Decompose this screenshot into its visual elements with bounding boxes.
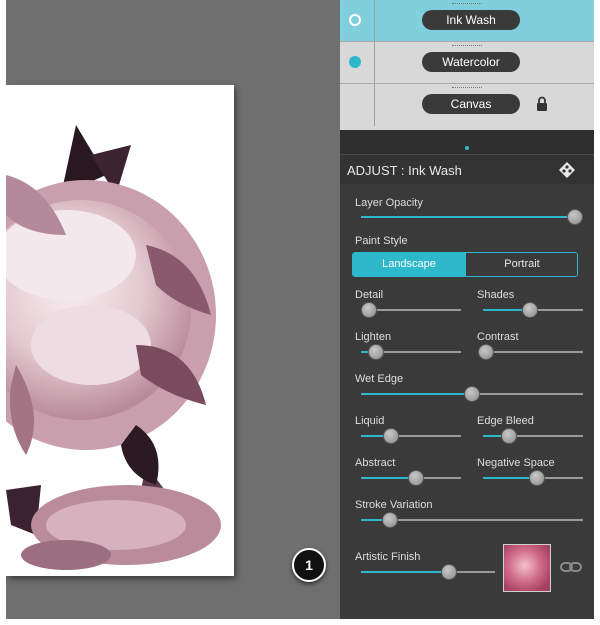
slider-fill (361, 216, 575, 218)
panel-title: ADJUST : Ink Wash (347, 163, 462, 178)
layers-list: Ink Wash Watercolor Canvas (340, 0, 594, 130)
splitter-handle-icon[interactable] (465, 146, 469, 150)
negative-space-slider[interactable] (483, 468, 583, 488)
portrait-button[interactable]: Portrait (465, 253, 577, 276)
link-icon[interactable] (560, 561, 582, 573)
lock-icon[interactable] (536, 96, 548, 112)
artistic-finish-thumbnail[interactable] (503, 544, 551, 592)
layer-row-watercolor[interactable]: Watercolor (340, 42, 594, 84)
divider (374, 0, 375, 41)
slider-knob[interactable] (501, 428, 517, 444)
paint-style-label: Paint Style (355, 235, 408, 247)
layer-name[interactable]: Ink Wash (422, 10, 520, 30)
slider-fill (361, 571, 450, 573)
stroke-variation-slider[interactable] (361, 510, 583, 530)
slider-knob[interactable] (441, 564, 458, 580)
contrast-slider[interactable] (478, 342, 583, 362)
ink-wash-flower-image (6, 125, 221, 570)
slider-track (483, 351, 583, 353)
liquid-slider[interactable] (361, 426, 461, 446)
layer-row-canvas[interactable]: Canvas (340, 84, 594, 126)
layer-visibility-icon[interactable] (349, 56, 361, 68)
drag-handle-icon[interactable] (452, 87, 482, 90)
canvas-area[interactable]: 1 (6, 0, 340, 619)
slider-knob[interactable] (361, 302, 377, 318)
layer-name[interactable]: Watercolor (422, 52, 520, 72)
step-callout-badge: 1 (292, 548, 326, 582)
detail-slider[interactable] (361, 300, 461, 320)
slider-knob[interactable] (381, 512, 398, 528)
slider-fill (361, 393, 472, 395)
slider-knob[interactable] (522, 302, 538, 318)
abstract-slider[interactable] (361, 468, 461, 488)
landscape-button[interactable]: Landscape (353, 253, 465, 276)
divider (374, 84, 375, 126)
layer-row-ink-wash[interactable]: Ink Wash (340, 0, 594, 42)
layer-opacity-slider[interactable] (361, 207, 583, 227)
edge-bleed-slider[interactable] (483, 426, 583, 446)
slider-knob[interactable] (478, 344, 494, 360)
lighten-slider[interactable] (361, 342, 461, 362)
wet-edge-slider[interactable] (361, 384, 583, 404)
app-window: 1 Ink Wash Watercolor Canvas ADJUST: In… (6, 0, 594, 619)
presets-icon[interactable] (558, 161, 576, 179)
layer-visibility-icon[interactable] (349, 14, 361, 26)
adjust-header: ADJUST : Ink Wash (340, 154, 594, 184)
slider-knob[interactable] (368, 344, 384, 360)
slider-knob[interactable] (383, 428, 399, 444)
paint-style-toggle[interactable]: Landscape Portrait (352, 252, 578, 277)
divider (374, 42, 375, 83)
drag-handle-icon[interactable] (452, 3, 482, 6)
slider-knob[interactable] (567, 209, 583, 225)
shades-slider[interactable] (483, 300, 583, 320)
drag-handle-icon[interactable] (452, 45, 482, 48)
right-panel: Ink Wash Watercolor Canvas ADJUST : Ink … (340, 0, 594, 619)
layer-name[interactable]: Canvas (422, 94, 520, 114)
slider-knob[interactable] (464, 386, 480, 402)
panel-splitter[interactable] (340, 130, 594, 154)
artistic-finish-slider[interactable] (361, 562, 495, 582)
artwork-preview[interactable] (6, 85, 234, 576)
slider-knob[interactable] (529, 470, 545, 486)
slider-knob[interactable] (408, 470, 424, 486)
